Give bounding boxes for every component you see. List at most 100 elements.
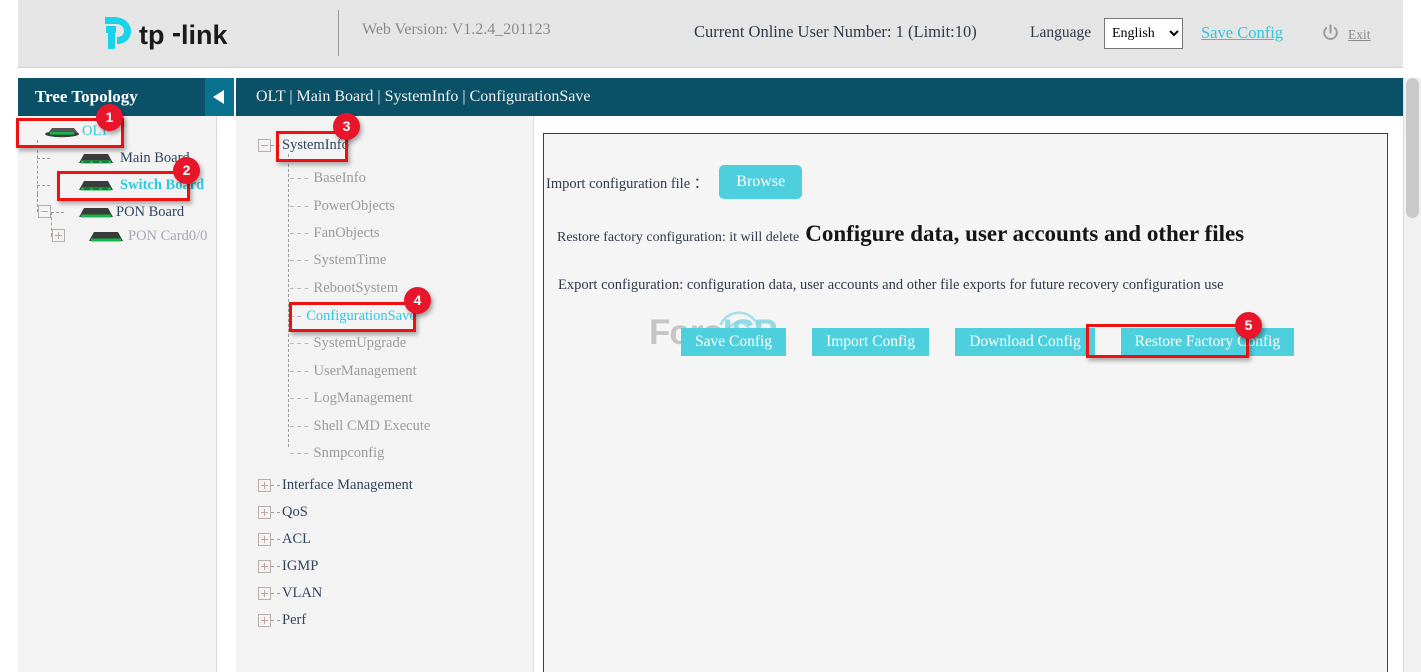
- tree-item-pon-board[interactable]: PON Board: [76, 204, 184, 221]
- tree-topology-title: Tree Topology: [18, 78, 216, 116]
- menu-item-label: SystemUpgrade: [314, 335, 407, 351]
- menu-item-fanobjects[interactable]: --- FanObjects: [288, 225, 380, 242]
- tree-item-main-board[interactable]: Main Board: [76, 150, 190, 167]
- menu-item-vlan[interactable]: VLAN: [282, 585, 322, 602]
- menu-dash: ---: [288, 364, 310, 379]
- save-config-button[interactable]: Save Config: [681, 328, 786, 356]
- menu-dash: ---: [288, 336, 310, 351]
- menu-item-label: SystemTime: [314, 252, 387, 268]
- menu-item-label: Snmpconfig: [314, 445, 385, 461]
- restore-description-emphasis: Configure data, user accounts and other …: [805, 221, 1244, 247]
- tree-item-label: OLT: [82, 123, 109, 140]
- device-icon: [86, 229, 126, 244]
- menu-expander-systeminfo[interactable]: [258, 139, 271, 152]
- menu-item-acl[interactable]: ACL: [282, 531, 311, 548]
- menu-dash: ---: [288, 391, 310, 406]
- browse-button[interactable]: Browse: [719, 165, 802, 199]
- menu-connector: [271, 512, 280, 513]
- language-select[interactable]: English: [1104, 18, 1183, 49]
- menu-item-systemtime[interactable]: --- SystemTime: [288, 252, 386, 269]
- menu-item-label: FanObjects: [314, 225, 380, 241]
- navigation-menu-panel: SystemInfo --- BaseInfo --- PowerObjects…: [236, 116, 534, 672]
- page-header: tp link Web Version: V1.2.4_201123 Curre…: [18, 0, 1403, 68]
- language-label: Language: [1030, 24, 1091, 42]
- import-config-button[interactable]: Import Config: [812, 328, 929, 356]
- breadcrumb: OLT | Main Board | SystemInfo | Configur…: [236, 78, 1403, 116]
- tree-collapse-button[interactable]: [205, 78, 234, 116]
- menu-connector: [271, 485, 280, 486]
- tree-item-label: Main Board: [120, 150, 190, 167]
- menu-connector: [271, 620, 280, 621]
- import-config-label: Import configuration file ：: [546, 172, 708, 193]
- restore-description-prefix: Restore factory configuration: it will d…: [557, 230, 799, 246]
- menu-item-rebootsystem[interactable]: --- RebootSystem: [288, 280, 398, 297]
- menu-item-baseinfo[interactable]: --- BaseInfo: [288, 170, 366, 187]
- menu-dash: --: [288, 309, 303, 324]
- tree-item-switch-board[interactable]: Switch Board: [76, 177, 204, 194]
- menu-item-usermanagement[interactable]: --- UserManagement: [288, 363, 417, 380]
- menu-item-label: RebootSystem: [314, 280, 399, 296]
- tree-item-olt[interactable]: OLT: [44, 123, 109, 140]
- oltu-management-page: tp link Web Version: V1.2.4_201123 Curre…: [0, 0, 1421, 672]
- menu-dash: ---: [288, 199, 310, 214]
- svg-text:tp: tp: [139, 20, 164, 50]
- menu-item-label: PowerObjects: [314, 198, 395, 214]
- page-scrollbar-thumb[interactable]: [1406, 78, 1419, 218]
- menu-dash: ---: [288, 226, 310, 241]
- tree-expander-pon-card[interactable]: [52, 229, 65, 242]
- left-gutter: [0, 0, 18, 672]
- page-scrollbar-track[interactable]: [1403, 78, 1421, 672]
- menu-item-configurationsave[interactable]: -- ConfigurationSave: [288, 308, 416, 325]
- menu-dash: ---: [288, 419, 310, 434]
- menu-item-powerobjects[interactable]: --- PowerObjects: [288, 198, 395, 215]
- menu-item-label: UserManagement: [314, 363, 417, 379]
- device-icon: [76, 205, 116, 220]
- chevron-left-icon: [213, 90, 224, 104]
- menu-item-label: Shell CMD Execute: [314, 418, 431, 434]
- menu-expander-qos[interactable]: [258, 506, 271, 519]
- menu-expander-igmp[interactable]: [258, 560, 271, 573]
- menu-item-shell-cmd-execute[interactable]: --- Shell CMD Execute: [288, 418, 430, 435]
- wifi-arc-icon: [716, 308, 762, 330]
- menu-connector: [271, 593, 280, 594]
- power-icon[interactable]: [1321, 23, 1340, 42]
- menu-connector: [271, 145, 280, 146]
- exit-link[interactable]: Exit: [1348, 27, 1371, 43]
- menu-item-qos[interactable]: QoS: [282, 504, 308, 521]
- menu-item-label: ConfigurationSave: [306, 308, 416, 324]
- menu-dash: ---: [288, 446, 310, 461]
- online-user-count: Current Online User Number: 1 (Limit:10): [694, 22, 977, 42]
- tree-item-pon-card[interactable]: PON Card0/0: [86, 228, 207, 245]
- menu-expander-acl[interactable]: [258, 533, 271, 546]
- header-save-config-link[interactable]: Save Config: [1201, 23, 1283, 43]
- menu-item-snmpconfig[interactable]: --- Snmpconfig: [288, 445, 384, 462]
- menu-expander-interface-management[interactable]: [258, 479, 271, 492]
- menu-item-logmanagement[interactable]: --- LogManagement: [288, 390, 413, 407]
- menu-connector: [271, 566, 280, 567]
- restore-factory-config-button[interactable]: Restore Factory Config: [1121, 328, 1295, 356]
- menu-expander-perf[interactable]: [258, 614, 271, 627]
- menu-item-systeminfo[interactable]: SystemInfo: [282, 137, 349, 154]
- menu-item-label: BaseInfo: [314, 170, 366, 186]
- menu-item-igmp[interactable]: IGMP: [282, 558, 318, 575]
- menu-expander-vlan[interactable]: [258, 587, 271, 600]
- export-description: Export configuration: configuration data…: [558, 277, 1224, 294]
- tree-topology-body: OLT Main Board Switch Board: [18, 116, 216, 672]
- tree-expander-pon-board[interactable]: [38, 205, 51, 218]
- tree-connector: [51, 212, 64, 213]
- menu-item-systemupgrade[interactable]: --- SystemUpgrade: [288, 335, 406, 352]
- menu-item-interface-management[interactable]: Interface Management: [282, 477, 413, 494]
- menu-item-label: LogManagement: [314, 390, 413, 406]
- menu-item-perf[interactable]: Perf: [282, 612, 306, 629]
- header-divider: [338, 10, 339, 56]
- device-icon: [44, 125, 80, 138]
- tree-connector: [37, 158, 50, 159]
- import-config-row: Import configuration file ： Browse: [546, 165, 802, 199]
- configuration-save-panel: Import configuration file ： Browse Resto…: [543, 133, 1388, 672]
- menu-connector: [271, 539, 280, 540]
- device-icon: [76, 178, 116, 193]
- download-config-button[interactable]: Download Config: [955, 328, 1095, 356]
- restore-description-row: Restore factory configuration: it will d…: [557, 221, 1244, 247]
- menu-dash: ---: [288, 171, 310, 186]
- menu-dash: ---: [288, 253, 310, 268]
